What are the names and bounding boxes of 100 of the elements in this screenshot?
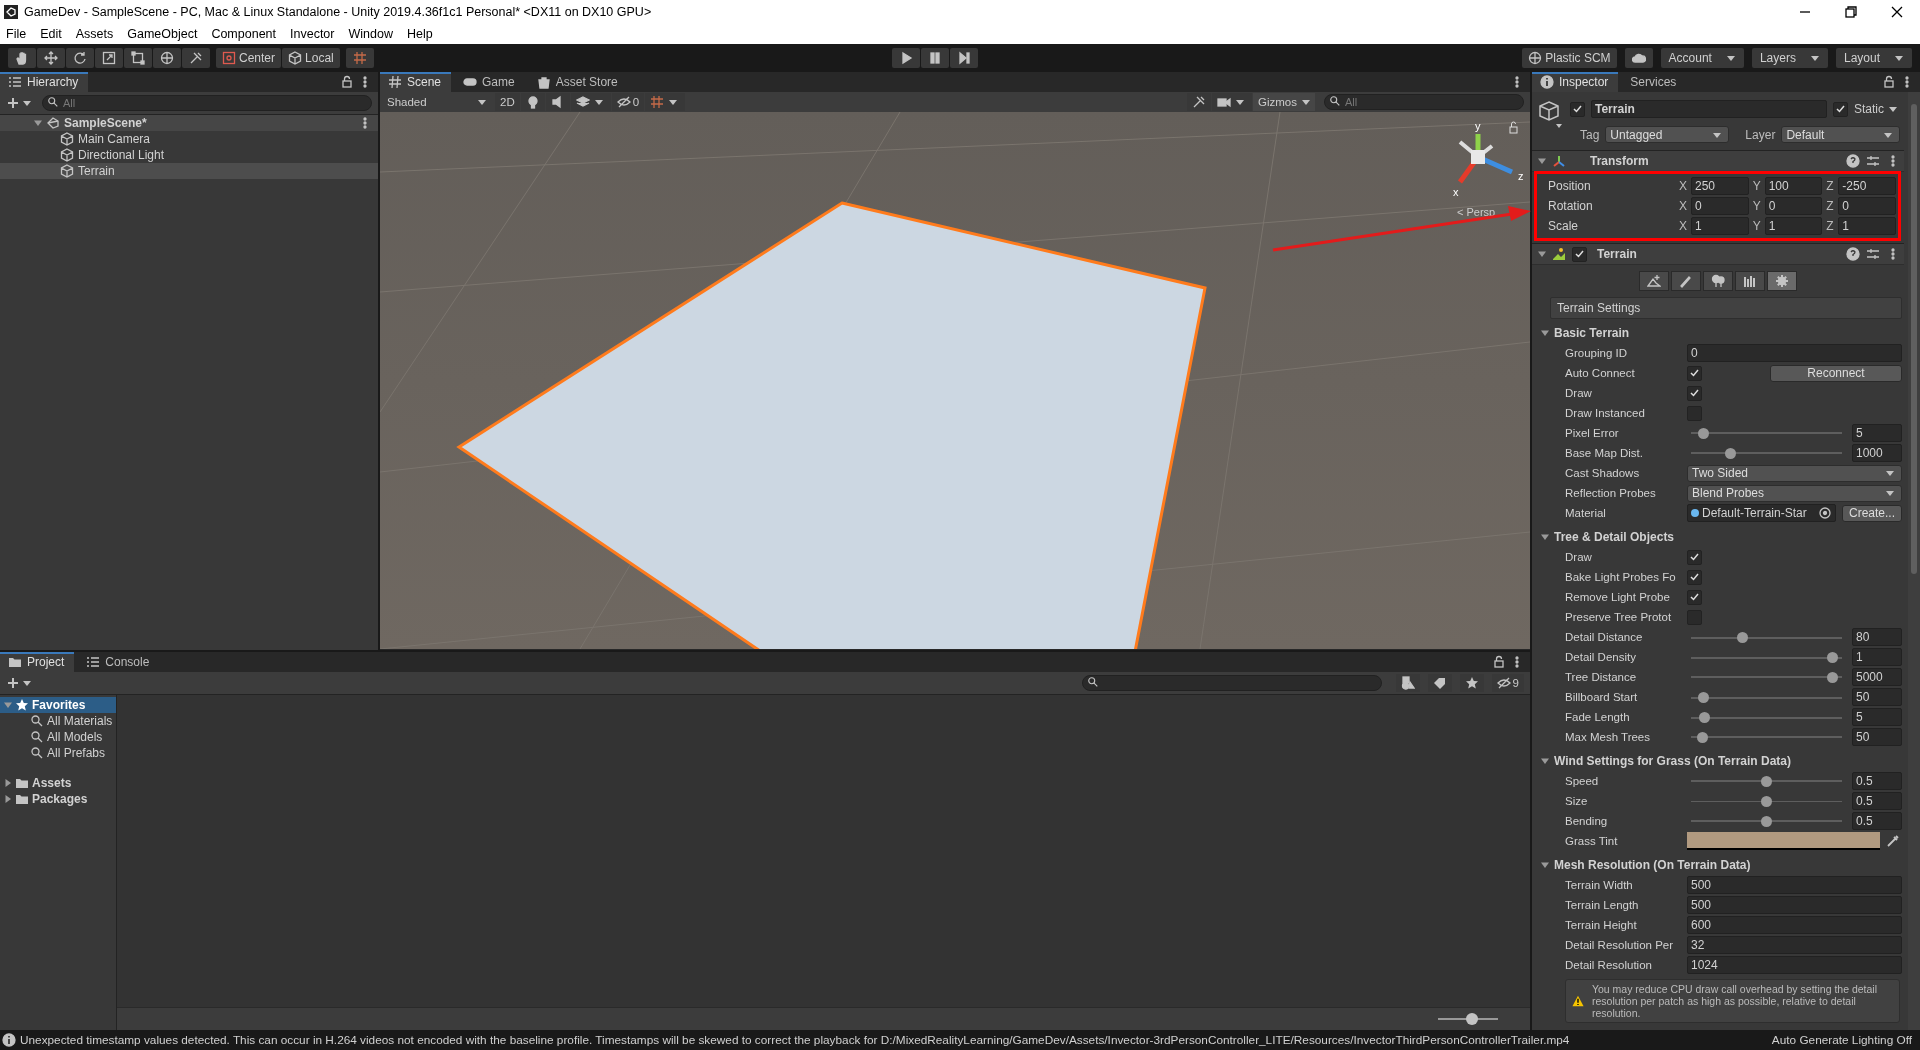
number-field[interactable]: 0 [1691, 197, 1749, 215]
panel-tab[interactable]: Inspector [1532, 72, 1619, 92]
menu-item[interactable]: Help [406, 27, 433, 41]
number-field[interactable]: -250 [1838, 177, 1896, 195]
panel-tab[interactable]: Console [78, 652, 160, 672]
scene-item[interactable]: SampleScene* [0, 115, 378, 131]
number-field[interactable]: 0 [1838, 197, 1896, 215]
number-field[interactable]: 1 [1764, 217, 1823, 235]
effects-dropdown[interactable] [570, 93, 611, 111]
terrain-tool-button[interactable] [1767, 271, 1797, 291]
slider-thumb[interactable] [1724, 447, 1736, 459]
hierarchy-item[interactable]: Directional Light [0, 147, 378, 163]
number-field[interactable]: 1 [1691, 217, 1749, 235]
checkbox[interactable] [1687, 385, 1702, 401]
label-filter-button[interactable] [1427, 674, 1452, 692]
foldout-arrow-icon[interactable] [34, 119, 42, 127]
section-title[interactable]: Mesh Resolution (On Terrain Data) [1554, 857, 1751, 872]
saved-search-item[interactable]: All Prefabs [0, 745, 116, 761]
number-field[interactable]: 5 [1852, 708, 1902, 726]
object-field[interactable]: Default-Terrain-Star [1687, 504, 1836, 522]
foldout-arrow-icon[interactable] [1538, 157, 1546, 165]
number-field[interactable]: 1 [1852, 648, 1902, 666]
hierarchy-tab[interactable]: Hierarchy [0, 72, 89, 92]
number-field[interactable]: 0.5 [1852, 772, 1902, 790]
slider-thumb[interactable] [1699, 711, 1711, 723]
section-title[interactable]: Basic Terrain [1554, 325, 1630, 340]
pause-button[interactable] [921, 48, 949, 68]
checkbox[interactable] [1687, 589, 1702, 605]
checkbox[interactable] [1687, 569, 1702, 585]
slider-thumb[interactable] [1698, 427, 1709, 439]
audio-toggle[interactable] [545, 93, 570, 111]
number-field[interactable]: 0 [1764, 197, 1823, 215]
slider-thumb[interactable] [1737, 631, 1749, 643]
menu-item[interactable]: Edit [40, 27, 62, 41]
custom-tool-button[interactable] [182, 48, 210, 68]
section-title[interactable]: Tree & Detail Objects [1554, 529, 1675, 544]
add-button[interactable] [6, 96, 34, 110]
transform-tool-button[interactable] [153, 48, 181, 68]
gameobject-cube-icon[interactable] [1538, 100, 1564, 130]
dropdown[interactable]: Two Sided [1687, 464, 1902, 482]
space-button[interactable]: Local [282, 48, 340, 68]
status-message[interactable]: Unexpected timestamp values detected. This can occur in H.264 videos not encoded with the baseline profile. Timestamps will be skewed to correct the playback for D:/MixedRealityLearning/GameDev/Assets/Invector-3rdPersonController_LITE/Resources/InvectorThirdPersonControllerTrailer.mp4 [2, 1033, 1570, 1047]
slider-thumb[interactable] [1761, 815, 1772, 827]
slider-thumb[interactable] [1698, 691, 1709, 703]
project-tree-item[interactable]: Assets [0, 775, 116, 791]
reconnect-button[interactable]: Reconnect [1770, 364, 1902, 382]
step-button[interactable] [950, 48, 978, 68]
scale-tool-button[interactable] [95, 48, 123, 68]
foldout-header[interactable]: Basic Terrain [1532, 322, 1904, 343]
name-field[interactable]: Terrain [1591, 100, 1827, 118]
layer-dropdown[interactable]: Default [1781, 126, 1900, 143]
search-field[interactable] [1081, 675, 1382, 691]
checkbox[interactable] [1687, 365, 1702, 381]
panel-tab[interactable]: Project [0, 652, 75, 672]
project-tree-item[interactable]: Packages [0, 791, 116, 807]
lock-icon[interactable] [1509, 121, 1518, 134]
axis-label[interactable]: Y [1752, 179, 1761, 193]
project-tree-item[interactable]: Favorites [0, 697, 116, 713]
dropdown[interactable]: Blend Probes [1687, 484, 1902, 502]
slider-thumb[interactable] [1761, 775, 1772, 787]
hidden-objects-toggle[interactable]: 0 [611, 93, 645, 111]
account-dropdown[interactable]: Account [1660, 48, 1744, 68]
foldout-arrow-icon[interactable] [1541, 756, 1549, 765]
slider-thumb[interactable] [1696, 731, 1708, 743]
snap-button[interactable] [345, 48, 374, 68]
projection-label[interactable]: < Persp [1457, 206, 1496, 218]
create-button[interactable]: Create... [1841, 504, 1902, 522]
number-field[interactable]: 500 [1687, 876, 1902, 894]
section-title[interactable]: Wind Settings for Grass (On Terrain Data) [1554, 753, 1792, 768]
axis-label[interactable]: Y [1752, 199, 1761, 213]
cloud-button[interactable] [1624, 48, 1653, 68]
number-field[interactable]: 600 [1687, 916, 1902, 934]
scrollbar[interactable] [1908, 92, 1920, 1030]
number-field[interactable]: 250 [1691, 177, 1749, 195]
rect-tool-button[interactable] [124, 48, 152, 68]
foldout-arrow-icon[interactable] [1541, 860, 1549, 869]
camera-dropdown[interactable] [1212, 93, 1252, 111]
terrain-tool-button[interactable] [1735, 271, 1765, 291]
search-field[interactable]: All [42, 95, 372, 111]
hierarchy-item[interactable]: Main Camera [0, 131, 378, 147]
static-checkbox[interactable] [1833, 101, 1848, 117]
move-tool-button[interactable] [37, 48, 65, 68]
number-field[interactable]: 0.5 [1852, 812, 1902, 830]
axis-label[interactable]: Z [1826, 219, 1835, 233]
slider-thumb[interactable] [1761, 795, 1772, 807]
layout-dropdown[interactable]: Layout [1835, 48, 1912, 68]
terrain-tool-button[interactable] [1639, 271, 1669, 291]
checkbox[interactable] [1687, 549, 1702, 565]
foldout-arrow-icon[interactable] [1538, 250, 1546, 258]
2d-toggle[interactable]: 2D [495, 93, 520, 111]
axis-label[interactable]: Z [1826, 179, 1835, 193]
layers-dropdown[interactable]: Layers [1751, 48, 1828, 68]
menu-item[interactable]: Invector [290, 27, 335, 41]
lighting-toggle[interactable] [520, 93, 545, 111]
favorite-button[interactable] [1459, 674, 1484, 692]
color-field[interactable] [1687, 832, 1880, 850]
view-tab[interactable]: Scene [380, 72, 452, 92]
pivot-button[interactable]: Center [216, 48, 282, 68]
grid-dropdown[interactable] [645, 93, 686, 111]
number-field[interactable]: 50 [1852, 728, 1902, 746]
